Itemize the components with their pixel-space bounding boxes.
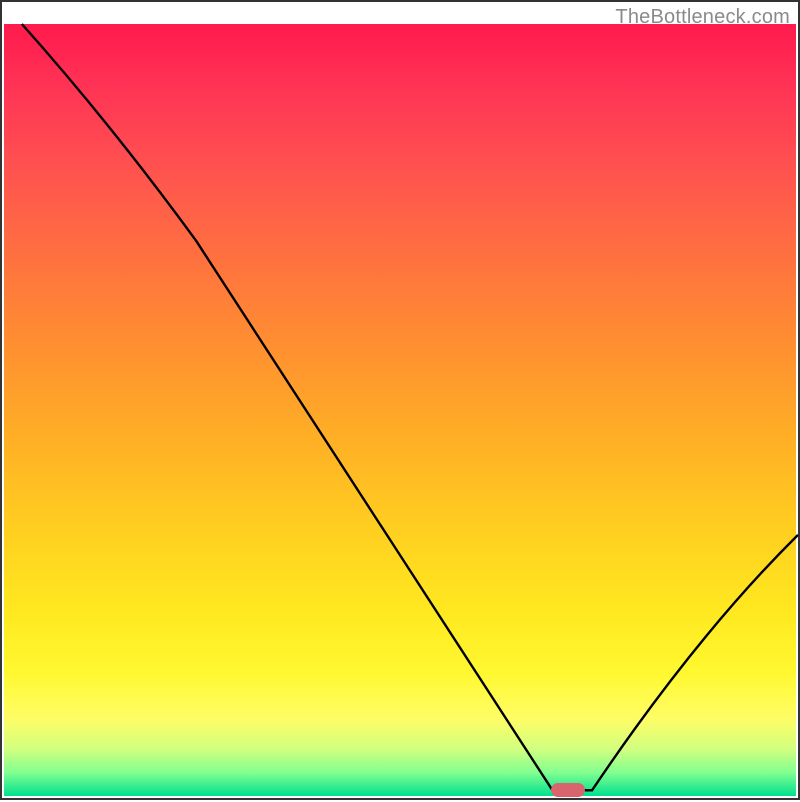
chart-container: TheBottleneck.com [0,0,800,800]
optimum-marker [551,783,585,797]
watermark-text: TheBottleneck.com [615,6,790,29]
gradient-background [4,24,796,796]
